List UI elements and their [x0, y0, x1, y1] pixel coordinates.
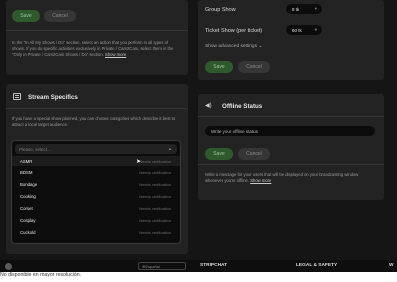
- category-status: Needs verification: [139, 229, 171, 235]
- footer-col-stripchat: STRIPCHAT: [200, 263, 228, 268]
- cancel-button[interactable]: Cancel: [238, 148, 270, 160]
- ticket-show-value: 60 tk: [292, 27, 302, 33]
- help-text: Write a message for your users that will…: [205, 172, 359, 183]
- show-more-link[interactable]: Show more: [250, 178, 271, 183]
- chevron-down-icon: ⌄: [258, 44, 263, 49]
- category-status: Needs verification: [139, 193, 171, 199]
- caption: No disponible en mayor resolución.: [0, 272, 82, 278]
- footer: ⊕ Español STRIPCHAT LEGAL & SAFETY W: [0, 260, 397, 272]
- panel-divider: [6, 30, 188, 31]
- list-item[interactable]: Cosplay Needs verification: [12, 215, 180, 225]
- list-item[interactable]: Cooking Needs verification: [12, 191, 180, 201]
- chevron-down-icon: ▾: [314, 6, 317, 11]
- megaphone-icon: ◀): [205, 103, 212, 109]
- chevron-down-icon: ▾: [314, 27, 317, 32]
- ticket-show-select[interactable]: 60 tk ▾: [286, 25, 322, 35]
- cursor-icon: ➤: [136, 159, 142, 165]
- list-item[interactable]: Cuckold Needs verification: [12, 227, 180, 237]
- category-name: BDSM: [20, 169, 33, 175]
- panel-divider: [198, 164, 384, 165]
- advanced-settings-toggle[interactable]: Show advanced settings ⌄: [205, 44, 262, 50]
- category-status: Needs verification: [139, 158, 171, 164]
- category-status: Needs verification: [139, 181, 171, 187]
- offline-status-title: Offline Status: [222, 103, 263, 110]
- category-name: Cuckold: [20, 229, 36, 235]
- footer-col-w: W: [389, 263, 394, 268]
- categories-select-input[interactable]: Please, select...: [15, 144, 177, 154]
- stream-specifics-description: If you have a special show planned, you …: [12, 116, 176, 127]
- cancel-button[interactable]: Cancel: [44, 10, 76, 22]
- show-types-description: In the "In All My Shows / Do" section, s…: [12, 40, 180, 57]
- settings-page: Save Cancel In the "In All My Shows / Do…: [0, 0, 397, 272]
- category-status: Needs verification: [139, 217, 171, 223]
- list-item[interactable]: Bondage Needs verification: [12, 179, 180, 189]
- category-status: Needs verification: [139, 169, 171, 175]
- group-show-select[interactable]: 8 tk ▾: [286, 4, 322, 14]
- category-status: Needs verification: [139, 205, 171, 211]
- description-text: In the "In All My Shows / Do" section, s…: [12, 40, 174, 57]
- offline-status-panel: ◀) Offline Status Write your offline sta…: [198, 94, 384, 200]
- save-button[interactable]: Save: [205, 148, 233, 160]
- show-types-panel: Save Cancel In the "In All My Shows / Do…: [6, 0, 188, 75]
- stream-icon: [13, 93, 21, 100]
- category-name: Cooking: [20, 193, 36, 199]
- language-label: Español: [145, 263, 160, 269]
- save-button[interactable]: Save: [205, 61, 233, 73]
- list-item[interactable]: ASMR Needs verification ➤: [12, 156, 180, 167]
- cancel-button[interactable]: Cancel: [238, 61, 270, 73]
- offline-status-input[interactable]: Write your offline status: [205, 126, 375, 136]
- save-button[interactable]: Save: [12, 10, 40, 22]
- advanced-settings-label: Show advanced settings: [205, 44, 257, 49]
- category-name: Corset: [20, 205, 33, 211]
- ticket-show-label: Ticket Show (per ticket): [205, 28, 263, 34]
- list-item[interactable]: Corset Needs verification: [12, 203, 180, 213]
- category-name: Cosplay: [20, 217, 36, 223]
- footer-col-legal: LEGAL & SAFETY: [296, 263, 338, 268]
- category-name: ASMR: [20, 158, 33, 164]
- panel-divider: [198, 116, 384, 117]
- group-show-label: Group Show: [205, 7, 236, 13]
- list-item[interactable]: BDSM Needs verification: [12, 167, 180, 177]
- group-show-value: 8 tk: [292, 6, 300, 12]
- offline-status-help: Write a message for your users that will…: [205, 172, 375, 184]
- panel-divider: [6, 108, 188, 109]
- logo-icon: [5, 263, 12, 270]
- stream-specifics-title: Stream Specifics: [28, 94, 78, 101]
- chevron-up-icon[interactable]: ▲: [168, 146, 172, 151]
- category-name: Bondage: [20, 181, 38, 187]
- show-more-link[interactable]: Show more: [105, 52, 126, 57]
- categories-dropdown[interactable]: Please, select... ▲ ASMR Needs verificat…: [11, 140, 181, 244]
- pricing-panel: Group Show 8 tk ▾ Ticket Show (per ticke…: [198, 0, 384, 80]
- language-select[interactable]: ⊕ Español: [138, 262, 186, 270]
